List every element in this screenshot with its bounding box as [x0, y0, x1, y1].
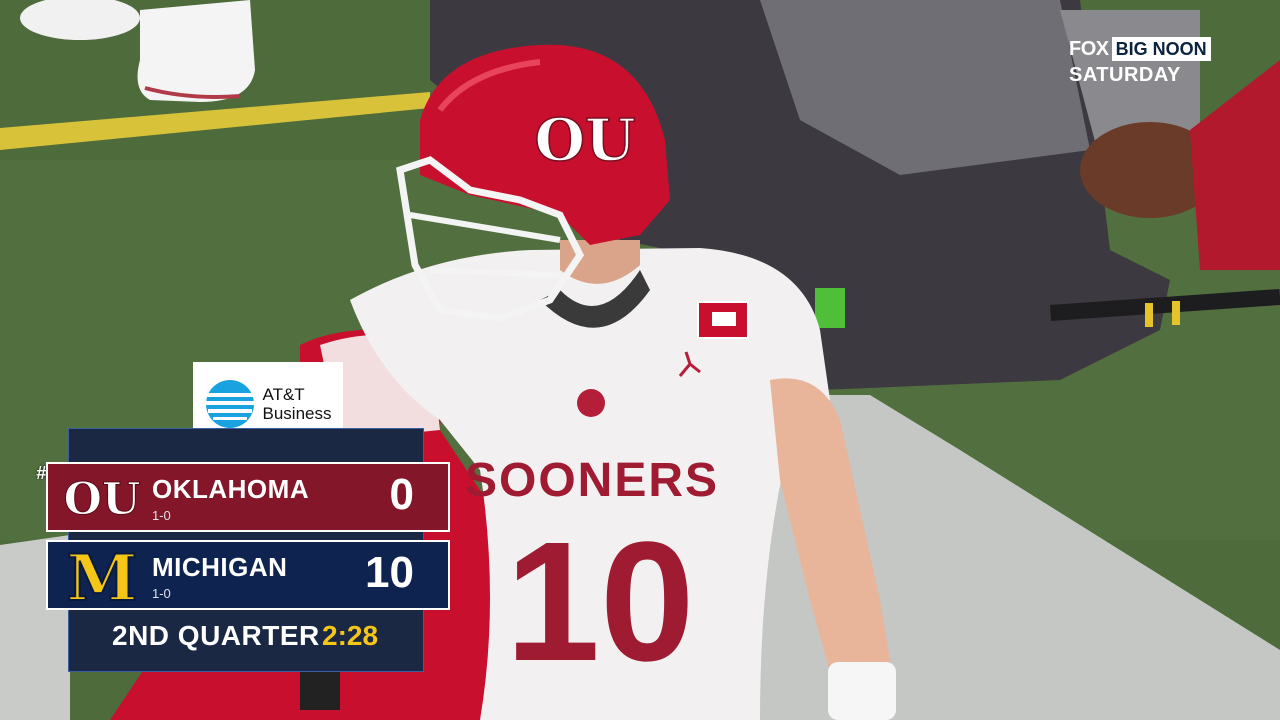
sponsor-line2: Business: [262, 404, 332, 423]
sneaker-right: [137, 0, 255, 102]
svg-text:OU: OU: [64, 474, 141, 525]
team-name: MICHIGAN: [152, 552, 288, 582]
team-record: 1-0: [152, 508, 171, 523]
oklahoma-logo-icon: OU: [63, 474, 141, 526]
big-noon-label: BIG NOON: [1111, 37, 1211, 61]
team-record: 1-0: [152, 586, 171, 601]
team-name: OKLAHOMA: [152, 474, 310, 504]
game-clock-row: 2ND QUARTER 2:28: [68, 612, 422, 666]
jersey-number: 10: [505, 507, 694, 697]
att-globe-icon: [205, 380, 254, 428]
sponsor-line1: AT&T: [262, 385, 305, 404]
network-bug: FOX BIG NOON SATURDAY: [1066, 36, 1226, 90]
team-row-michigan: M MICHIGAN 1-0 10: [46, 540, 450, 610]
game-clock: 2:28: [322, 620, 379, 651]
fox-logo: FOX: [1069, 37, 1109, 60]
sec-patch: [577, 389, 605, 417]
michigan-logo-icon: M: [66, 546, 139, 606]
team-row-oklahoma: OU OKLAHOMA 1-0 0: [46, 462, 450, 532]
team-score: 0: [389, 470, 414, 519]
team-score: 10: [365, 548, 414, 597]
wristband: [828, 662, 896, 720]
jersey-name: SOONERS: [465, 454, 719, 507]
svg-text:M: M: [67, 546, 138, 606]
saturday-label: SATURDAY: [1069, 64, 1181, 86]
quarter-label: 2ND QUARTER: [112, 620, 320, 651]
helmet-logo: OU: [534, 106, 635, 174]
